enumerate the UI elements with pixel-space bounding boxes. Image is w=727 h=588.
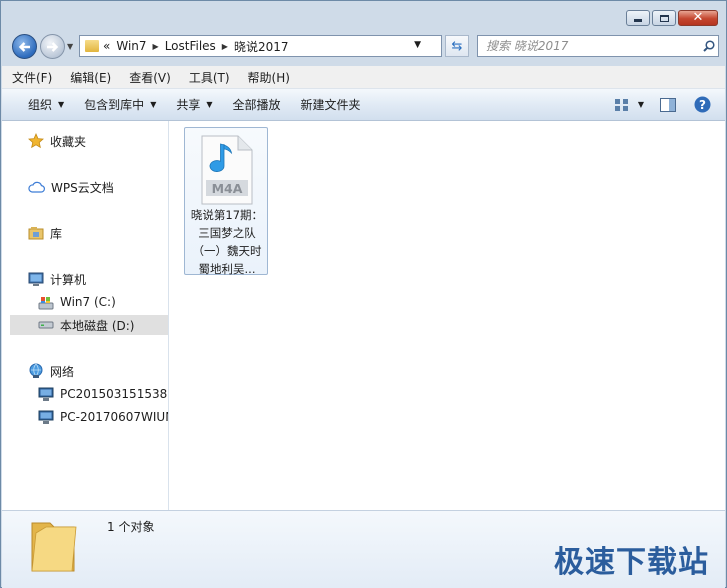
- navigation-bar: ▼ « Win7 ▶ LostFiles ▶ 晓说2017 ▼ ⇆: [9, 33, 719, 61]
- change-view-button[interactable]: ▼: [609, 98, 650, 111]
- menu-edit[interactable]: 编辑(E): [62, 69, 119, 86]
- search-box: [477, 35, 719, 57]
- folder-icon: [31, 522, 77, 572]
- refresh-icon: ⇆: [451, 38, 463, 54]
- caption-buttons: ✕: [626, 10, 718, 26]
- sidebar-item-wps-cloud[interactable]: WPS云文档: [28, 177, 114, 197]
- file-name: 晓说第17期：三国梦之队（一）魏天时蜀地利吴...: [190, 208, 264, 276]
- address-dropdown-icon[interactable]: ▼: [414, 40, 421, 50]
- breadcrumb-current-folder[interactable]: 晓说2017: [234, 38, 289, 55]
- play-all-button[interactable]: 全部播放: [223, 96, 291, 113]
- watermark-logo: 极速下载站: [554, 545, 709, 580]
- minimize-icon: [634, 19, 642, 22]
- organize-label: 组织: [28, 98, 53, 112]
- file-type-label: M4A: [212, 181, 243, 196]
- sidebar-label: 收藏夹: [50, 134, 87, 149]
- preview-pane-icon: [660, 97, 676, 112]
- search-icon[interactable]: [700, 40, 718, 52]
- chevron-down-icon: ▼: [58, 100, 65, 109]
- view-controls: ▼ ?: [609, 89, 725, 120]
- hard-drive-icon: [38, 321, 54, 329]
- sidebar-label: PC-20170607WIUN: [60, 410, 169, 424]
- menu-bar: 文件(F) 编辑(E) 查看(V) 工具(T) 帮助(H): [2, 66, 725, 89]
- back-button[interactable]: [12, 34, 37, 59]
- sidebar-label: Win7 (C:): [60, 295, 116, 309]
- sidebar-label: 库: [50, 226, 63, 241]
- include-in-library-button[interactable]: 包含到库中 ▼: [74, 96, 166, 113]
- menu-help[interactable]: 帮助(H): [240, 69, 298, 86]
- sidebar-label: 网络: [50, 364, 75, 379]
- network-computer-icon: [38, 387, 54, 401]
- network-icon: [29, 363, 43, 378]
- breadcrumb-win7[interactable]: Win7: [116, 39, 146, 53]
- sidebar-item-computer[interactable]: 计算机: [28, 269, 86, 289]
- folder-icon: [85, 40, 99, 52]
- sidebar-label: PC201503151538: [60, 387, 168, 401]
- breadcrumb-separator-icon[interactable]: ▶: [222, 42, 228, 51]
- search-input[interactable]: [484, 38, 700, 54]
- organize-button[interactable]: 组织 ▼: [18, 96, 74, 113]
- sidebar-item-drive-c[interactable]: Win7 (C:): [38, 292, 116, 312]
- sidebar-item-library[interactable]: 库: [28, 223, 62, 243]
- help-button[interactable]: ?: [686, 96, 725, 113]
- sidebar-item-pc1[interactable]: PC201503151538: [38, 384, 167, 404]
- sidebar-item-network[interactable]: 网络: [28, 361, 74, 381]
- forward-button[interactable]: [40, 34, 65, 59]
- share-button[interactable]: 共享 ▼: [166, 96, 222, 113]
- history-chevron[interactable]: «: [103, 39, 110, 53]
- close-button[interactable]: ✕: [678, 10, 718, 26]
- sidebar-label: WPS云文档: [51, 180, 114, 195]
- menu-view[interactable]: 查看(V): [121, 69, 179, 86]
- svg-text:?: ?: [699, 98, 706, 112]
- breadcrumb-lostfiles[interactable]: LostFiles: [165, 39, 216, 53]
- library-icon: [28, 227, 44, 240]
- sidebar-item-pc2[interactable]: PC-20170607WIUN: [38, 407, 169, 427]
- maximize-button[interactable]: [652, 10, 676, 26]
- details-pane: 1 个对象 极速下载站: [2, 510, 725, 588]
- computer-icon: [28, 272, 44, 286]
- chevron-down-icon: ▼: [637, 100, 644, 109]
- new-folder-button[interactable]: 新建文件夹: [291, 96, 371, 113]
- sidebar-item-favorites[interactable]: 收藏夹: [28, 131, 86, 151]
- item-count: 1 个对象: [107, 520, 155, 534]
- recent-pages-dropdown[interactable]: ▼: [67, 42, 73, 51]
- audio-file-icon: M4A: [201, 135, 253, 205]
- back-arrow-icon: [18, 41, 30, 52]
- file-item[interactable]: M4A 晓说第17期：三国梦之队（一）魏天时蜀地利吴...: [184, 127, 268, 276]
- network-computer-icon: [38, 410, 54, 424]
- help-icon: ?: [694, 96, 711, 113]
- navigation-pane: 收藏夹 WPS云文档 库 计算机 Win7 (C:) 本地磁盘 (D:) 网络: [2, 121, 169, 510]
- command-bar: 组织 ▼ 包含到库中 ▼ 共享 ▼ 全部播放 新建文件夹 ▼ ?: [2, 89, 725, 121]
- preview-pane-button[interactable]: [650, 97, 686, 112]
- address-bar[interactable]: « Win7 ▶ LostFiles ▶ 晓说2017 ▼: [79, 35, 442, 57]
- menu-tools[interactable]: 工具(T): [181, 69, 238, 86]
- chevron-down-icon: ▼: [206, 100, 213, 109]
- sidebar-label: 本地磁盘 (D:): [60, 318, 135, 333]
- refresh-button[interactable]: ⇆: [445, 35, 469, 57]
- cloud-icon: [28, 181, 45, 193]
- minimize-button[interactable]: [626, 10, 650, 26]
- file-list: M4A 晓说第17期：三国梦之队（一）魏天时蜀地利吴...: [169, 121, 725, 510]
- chevron-down-icon: ▼: [150, 100, 157, 109]
- menu-file[interactable]: 文件(F): [4, 69, 60, 86]
- star-icon: [28, 133, 44, 149]
- system-drive-icon: [38, 296, 54, 309]
- explorer-window: ✕ ▼ « Win7 ▶ LostFiles ▶ 晓说2017 ▼ ⇆ 搜索 晓…: [0, 0, 727, 588]
- forward-arrow-icon: [47, 41, 59, 52]
- include-library-label: 包含到库中: [84, 98, 145, 112]
- breadcrumb-separator-icon[interactable]: ▶: [153, 42, 159, 51]
- view-grid-icon: [614, 98, 628, 111]
- sidebar-label: 计算机: [50, 272, 87, 287]
- share-label: 共享: [176, 98, 201, 112]
- close-icon: ✕: [692, 10, 704, 25]
- sidebar-item-drive-d[interactable]: 本地磁盘 (D:): [10, 315, 168, 335]
- maximize-icon: [659, 14, 669, 22]
